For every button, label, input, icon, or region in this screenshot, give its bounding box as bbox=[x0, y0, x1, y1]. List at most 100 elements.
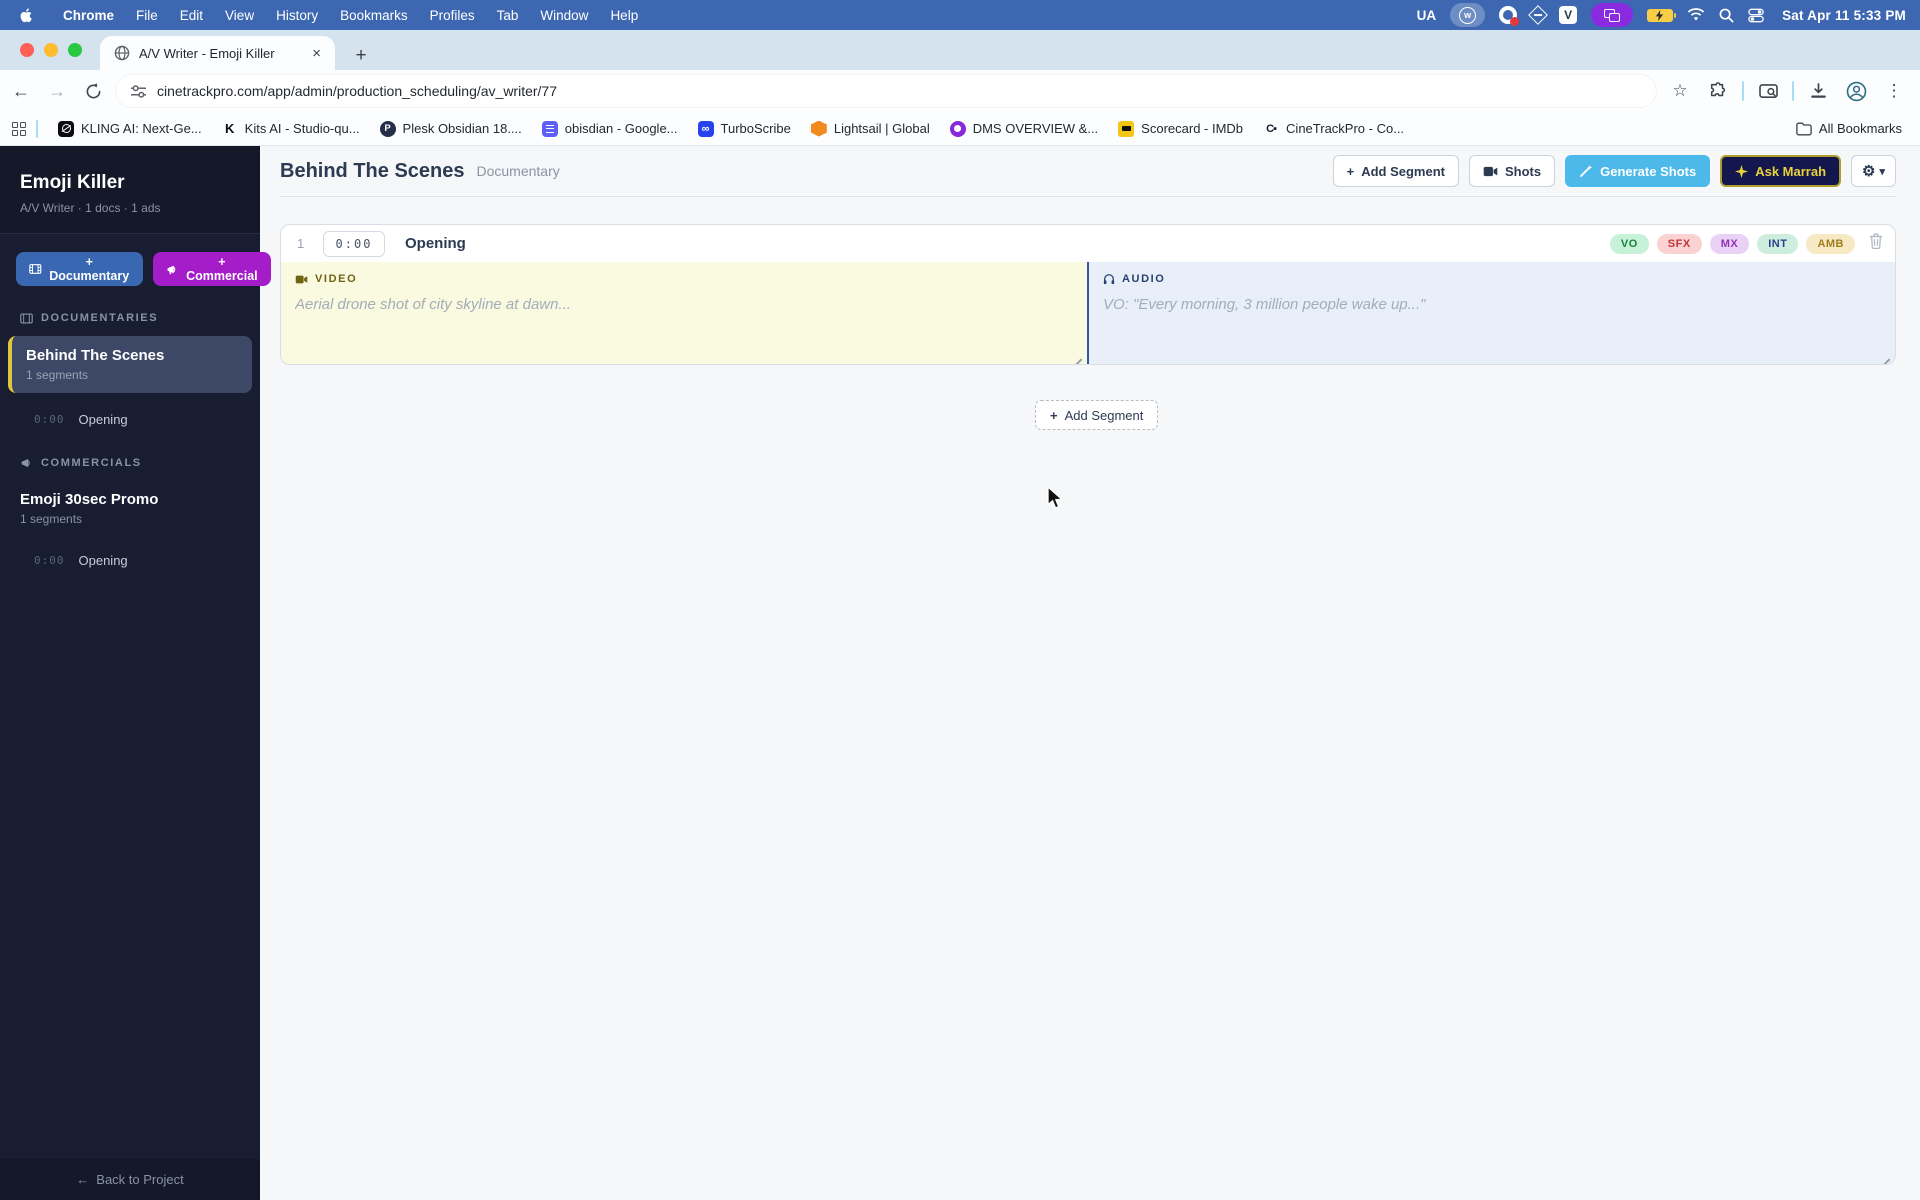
maximize-window-button[interactable] bbox=[68, 43, 82, 57]
add-segment-bottom-button[interactable]: + Add Segment bbox=[1035, 400, 1159, 430]
badge-mx[interactable]: MX bbox=[1709, 233, 1750, 254]
window-controls bbox=[20, 43, 82, 57]
menubar-item-bookmarks[interactable]: Bookmarks bbox=[329, 0, 419, 30]
menubar-item-view[interactable]: View bbox=[214, 0, 265, 30]
add-documentary-button[interactable]: + Documentary bbox=[16, 252, 143, 286]
forward-button[interactable]: → bbox=[42, 76, 72, 106]
address-bar[interactable] bbox=[116, 75, 1656, 107]
downloads-icon[interactable] bbox=[1804, 77, 1832, 105]
badge-amb[interactable]: AMB bbox=[1806, 233, 1855, 254]
battery-icon[interactable] bbox=[1647, 4, 1677, 26]
sidebar-segment-opening[interactable]: 0:00 Opening bbox=[0, 403, 260, 441]
dms-favicon bbox=[949, 120, 966, 137]
apple-menu[interactable] bbox=[20, 7, 34, 24]
menubar-item-window[interactable]: Window bbox=[529, 0, 599, 30]
wifi-icon[interactable] bbox=[1687, 4, 1705, 26]
apps-grid-icon[interactable] bbox=[12, 121, 26, 136]
sidebar-item-behind-the-scenes[interactable]: Behind The Scenes 1 segments bbox=[8, 336, 252, 393]
site-settings-icon[interactable] bbox=[130, 84, 147, 99]
resize-handle[interactable] bbox=[1072, 351, 1082, 361]
add-segment-button[interactable]: + Add Segment bbox=[1332, 155, 1459, 187]
av-writer-app: Emoji Killer A/V Writer · 1 docs · 1 ads… bbox=[0, 146, 1920, 1200]
bookmark-imdb[interactable]: Scorecard - IMDb bbox=[1108, 117, 1253, 141]
bookmark-plesk[interactable]: P Plesk Obsidian 18.... bbox=[370, 117, 532, 141]
resize-handle[interactable] bbox=[1880, 351, 1890, 361]
badge-sfx[interactable]: SFX bbox=[1656, 233, 1702, 254]
macos-menubar: Chrome File Edit View History Bookmarks … bbox=[0, 0, 1920, 30]
bookmark-dms[interactable]: DMS OVERVIEW &... bbox=[940, 117, 1108, 141]
menubar-item-chrome[interactable]: Chrome bbox=[52, 0, 125, 30]
commercial-title: Emoji 30sec Promo bbox=[20, 491, 159, 508]
film-icon bbox=[29, 264, 42, 274]
sparkle-icon bbox=[1735, 164, 1749, 178]
settings-gear-button[interactable]: ⚙ ▾ bbox=[1851, 155, 1896, 187]
browser-tab[interactable]: A/V Writer - Emoji Killer × bbox=[100, 36, 335, 70]
google-docs-favicon bbox=[541, 120, 558, 137]
menubar-item-history[interactable]: History bbox=[265, 0, 329, 30]
menubar-item-help[interactable]: Help bbox=[599, 0, 649, 30]
add-commercial-button[interactable]: + Commercial bbox=[152, 252, 272, 286]
kits-favicon: K bbox=[224, 121, 235, 136]
shots-button[interactable]: Shots bbox=[1468, 155, 1556, 187]
browser-menu-kebab-icon[interactable]: ⋮ bbox=[1880, 77, 1908, 105]
menubar-item-file[interactable]: File bbox=[125, 0, 169, 30]
diamond-status-icon[interactable] bbox=[1528, 4, 1548, 26]
video-camera-icon bbox=[295, 275, 308, 283]
back-button[interactable]: ← bbox=[6, 76, 36, 106]
tab-close-button[interactable]: × bbox=[308, 44, 325, 63]
v-app-status-icon[interactable]: V bbox=[1559, 4, 1578, 26]
segment-time-input[interactable] bbox=[323, 230, 385, 257]
profile-avatar[interactable] bbox=[1842, 77, 1870, 105]
close-window-button[interactable] bbox=[20, 43, 34, 57]
bookmark-turboscribe[interactable]: ∞ TurboScribe bbox=[688, 117, 801, 141]
badge-vo[interactable]: VO bbox=[1609, 233, 1649, 254]
reload-button[interactable] bbox=[78, 76, 108, 106]
bookmark-lightsail[interactable]: Lightsail | Global bbox=[801, 117, 940, 141]
back-arrow-icon: ← bbox=[76, 1172, 90, 1187]
sidebar-segment-opening-commercial[interactable]: 0:00 Opening bbox=[0, 544, 260, 582]
extensions-icon[interactable] bbox=[1704, 77, 1732, 105]
notification-status-icon[interactable] bbox=[1499, 4, 1520, 26]
side-panel-search-icon[interactable] bbox=[1754, 77, 1782, 105]
menubar-clock[interactable]: Sat Apr 11 5:33 PM bbox=[1782, 8, 1906, 23]
all-bookmarks-button[interactable]: All Bookmarks bbox=[1796, 121, 1920, 136]
input-source-indicator[interactable]: UA bbox=[1417, 4, 1437, 26]
menubar-item-profiles[interactable]: Profiles bbox=[419, 0, 486, 30]
new-tab-button[interactable]: + bbox=[348, 43, 374, 69]
minimize-window-button[interactable] bbox=[44, 43, 58, 57]
menubar-item-tab[interactable]: Tab bbox=[486, 0, 530, 30]
bookmark-cinetrackpro[interactable]: C▪ CineTrackPro - Co... bbox=[1253, 117, 1414, 141]
bookmarks-bar: KLING AI: Next-Ge... K Kits AI - Studio-q… bbox=[0, 112, 1920, 146]
control-center-icon[interactable] bbox=[1748, 4, 1764, 26]
video-script-textarea[interactable] bbox=[295, 296, 1069, 358]
imdb-favicon bbox=[1118, 120, 1135, 137]
ask-marrah-button[interactable]: Ask Marrah bbox=[1720, 155, 1842, 187]
segment-title: Opening bbox=[405, 235, 466, 252]
commercials-section-header: COMMERCIALS bbox=[0, 451, 260, 477]
delete-segment-button[interactable] bbox=[1869, 233, 1883, 254]
segment-header-row: 1 Opening VO SFX MX INT AMB bbox=[281, 225, 1895, 262]
bookmark-obisdian[interactable]: obisdian - Google... bbox=[532, 117, 688, 141]
url-input[interactable] bbox=[157, 83, 1642, 99]
spotlight-search-icon[interactable] bbox=[1719, 4, 1734, 26]
bookmark-kits[interactable]: K Kits AI - Studio-qu... bbox=[212, 117, 370, 141]
audio-script-textarea[interactable] bbox=[1103, 296, 1877, 358]
project-subtitle: A/V Writer · 1 docs · 1 ads bbox=[20, 201, 161, 215]
menubar-item-edit[interactable]: Edit bbox=[169, 0, 214, 30]
generate-shots-button[interactable]: Generate Shots bbox=[1565, 155, 1711, 187]
sidebar-item-emoji-30sec-promo[interactable]: Emoji 30sec Promo 1 segments bbox=[0, 483, 260, 534]
wand-icon bbox=[1580, 164, 1593, 178]
screen-mirroring-icon[interactable] bbox=[1591, 3, 1634, 27]
circle-w-status-icon[interactable]: w bbox=[1450, 3, 1486, 27]
documentaries-section-header: DOCUMENTARIES bbox=[0, 306, 260, 332]
kling-favicon bbox=[58, 120, 74, 137]
badge-int[interactable]: INT bbox=[1757, 233, 1799, 254]
bookmark-kling[interactable]: KLING AI: Next-Ge... bbox=[48, 117, 212, 141]
back-to-project-button[interactable]: ← Back to Project bbox=[0, 1159, 260, 1200]
cinetrackpro-favicon: C▪ bbox=[1266, 122, 1277, 135]
tab-title: A/V Writer - Emoji Killer bbox=[139, 45, 275, 61]
bookmark-star-icon[interactable]: ☆ bbox=[1666, 77, 1694, 105]
project-header: Emoji Killer A/V Writer · 1 docs · 1 ads bbox=[0, 146, 260, 234]
charging-bolt-icon bbox=[1655, 9, 1664, 21]
gear-icon: ⚙ bbox=[1862, 163, 1876, 180]
